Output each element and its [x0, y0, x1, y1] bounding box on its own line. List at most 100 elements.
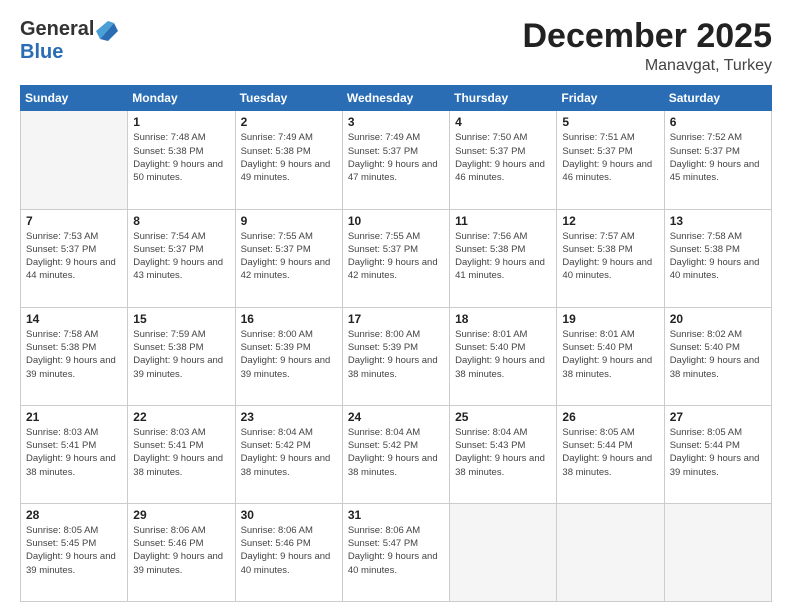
day-cell: 26Sunrise: 8:05 AMSunset: 5:44 PMDayligh…: [557, 405, 664, 503]
logo-line1: General: [20, 18, 118, 41]
day-number: 10: [348, 214, 444, 228]
day-cell: 9 Sunrise: 7:55 AMSunset: 5:37 PMDaylight…: [235, 209, 342, 307]
day-cell: 13 Sunrise: 7:58 AMSunset: 5:38 PMDayligh…: [664, 209, 771, 307]
day-info: Sunrise: 8:04 AMSunset: 5:43 PMDaylight:…: [455, 426, 551, 479]
day-cell: 12 Sunrise: 7:57 AMSunset: 5:38 PMDayligh…: [557, 209, 664, 307]
day-info: Sunrise: 8:01 AMSunset: 5:40 PMDaylight:…: [562, 328, 658, 381]
day-info: Sunrise: 8:01 AMSunset: 5:40 PMDaylight:…: [455, 328, 551, 381]
day-cell: 8Sunrise: 7:54 AMSunset: 5:37 PMDaylight…: [128, 209, 235, 307]
day-cell: [557, 503, 664, 601]
day-info: Sunrise: 8:04 AMSunset: 5:42 PMDaylight:…: [348, 426, 444, 479]
header: General Blue December 2025 Manavgat, Tur…: [20, 18, 772, 75]
day-cell: 16Sunrise: 8:00 AMSunset: 5:39 PMDayligh…: [235, 307, 342, 405]
main-title: December 2025: [522, 18, 772, 55]
day-number: 20: [670, 312, 766, 326]
day-info: Sunrise: 8:02 AMSunset: 5:40 PMDaylight:…: [670, 328, 766, 381]
day-cell: 23Sunrise: 8:04 AMSunset: 5:42 PMDayligh…: [235, 405, 342, 503]
day-cell: 15Sunrise: 7:59 AMSunset: 5:38 PMDayligh…: [128, 307, 235, 405]
day-cell: [21, 111, 128, 209]
day-cell: 10 Sunrise: 7:55 AMSunset: 5:37 PMDayligh…: [342, 209, 449, 307]
day-cell: [664, 503, 771, 601]
day-info: Sunrise: 7:57 AMSunset: 5:38 PMDaylight:…: [562, 230, 658, 283]
day-cell: 19Sunrise: 8:01 AMSunset: 5:40 PMDayligh…: [557, 307, 664, 405]
logo-icon: [96, 21, 118, 41]
day-info: Sunrise: 8:03 AMSunset: 5:41 PMDaylight:…: [133, 426, 229, 479]
col-header-wednesday: Wednesday: [342, 86, 449, 111]
day-number: 21: [26, 410, 122, 424]
day-info: Sunrise: 8:05 AMSunset: 5:44 PMDaylight:…: [670, 426, 766, 479]
day-number: 17: [348, 312, 444, 326]
col-header-monday: Monday: [128, 86, 235, 111]
day-cell: 2Sunrise: 7:49 AMSunset: 5:38 PMDaylight…: [235, 111, 342, 209]
week-row-5: 28 Sunrise: 8:05 AMSunset: 5:45 PMDayligh…: [21, 503, 772, 601]
day-cell: 24 Sunrise: 8:04 AMSunset: 5:42 PMDayligh…: [342, 405, 449, 503]
day-info: Sunrise: 7:52 AMSunset: 5:37 PMDaylight:…: [670, 131, 766, 184]
calendar-table: SundayMondayTuesdayWednesdayThursdayFrid…: [20, 85, 772, 602]
day-info: Sunrise: 7:56 AMSunset: 5:38 PMDaylight:…: [455, 230, 551, 283]
day-number: 28: [26, 508, 122, 522]
day-cell: 17 Sunrise: 8:00 AMSunset: 5:39 PMDayligh…: [342, 307, 449, 405]
day-cell: 4Sunrise: 7:50 AMSunset: 5:37 PMDaylight…: [450, 111, 557, 209]
week-row-4: 21 Sunrise: 8:03 AMSunset: 5:41 PMDayligh…: [21, 405, 772, 503]
day-number: 22: [133, 410, 229, 424]
day-info: Sunrise: 7:58 AMSunset: 5:38 PMDaylight:…: [670, 230, 766, 283]
day-number: 30: [241, 508, 337, 522]
day-info: Sunrise: 7:48 AMSunset: 5:38 PMDaylight:…: [133, 131, 229, 184]
day-info: Sunrise: 7:55 AMSunset: 5:37 PMDaylight:…: [348, 230, 444, 283]
day-info: Sunrise: 8:06 AMSunset: 5:46 PMDaylight:…: [133, 524, 229, 577]
day-cell: 6 Sunrise: 7:52 AMSunset: 5:37 PMDaylight…: [664, 111, 771, 209]
day-cell: 5 Sunrise: 7:51 AMSunset: 5:37 PMDaylight…: [557, 111, 664, 209]
day-number: 15: [133, 312, 229, 326]
day-cell: 3Sunrise: 7:49 AMSunset: 5:37 PMDaylight…: [342, 111, 449, 209]
day-info: Sunrise: 8:04 AMSunset: 5:42 PMDaylight:…: [241, 426, 337, 479]
day-cell: [450, 503, 557, 601]
day-cell: 7 Sunrise: 7:53 AMSunset: 5:37 PMDaylight…: [21, 209, 128, 307]
day-number: 6: [670, 115, 766, 129]
col-header-tuesday: Tuesday: [235, 86, 342, 111]
logo-general: General: [20, 18, 94, 41]
day-cell: 31 Sunrise: 8:06 AMSunset: 5:47 PMDayligh…: [342, 503, 449, 601]
day-info: Sunrise: 8:05 AMSunset: 5:45 PMDaylight:…: [26, 524, 122, 577]
day-number: 26: [562, 410, 658, 424]
day-number: 1: [133, 115, 229, 129]
day-number: 5: [562, 115, 658, 129]
day-number: 25: [455, 410, 551, 424]
day-cell: 25 Sunrise: 8:04 AMSunset: 5:43 PMDayligh…: [450, 405, 557, 503]
day-info: Sunrise: 8:06 AMSunset: 5:46 PMDaylight:…: [241, 524, 337, 577]
day-cell: 11 Sunrise: 7:56 AMSunset: 5:38 PMDayligh…: [450, 209, 557, 307]
day-info: Sunrise: 7:55 AMSunset: 5:37 PMDaylight:…: [241, 230, 337, 283]
subtitle: Manavgat, Turkey: [522, 57, 772, 75]
day-number: 7: [26, 214, 122, 228]
day-info: Sunrise: 7:58 AMSunset: 5:38 PMDaylight:…: [26, 328, 122, 381]
col-header-sunday: Sunday: [21, 86, 128, 111]
day-number: 14: [26, 312, 122, 326]
day-info: Sunrise: 8:00 AMSunset: 5:39 PMDaylight:…: [348, 328, 444, 381]
day-info: Sunrise: 7:51 AMSunset: 5:37 PMDaylight:…: [562, 131, 658, 184]
week-row-2: 7 Sunrise: 7:53 AMSunset: 5:37 PMDaylight…: [21, 209, 772, 307]
day-info: Sunrise: 7:49 AMSunset: 5:37 PMDaylight:…: [348, 131, 444, 184]
day-number: 29: [133, 508, 229, 522]
day-cell: 30 Sunrise: 8:06 AMSunset: 5:46 PMDayligh…: [235, 503, 342, 601]
week-row-1: 1 Sunrise: 7:48 AMSunset: 5:38 PMDaylight…: [21, 111, 772, 209]
day-number: 31: [348, 508, 444, 522]
col-header-friday: Friday: [557, 86, 664, 111]
day-info: Sunrise: 8:03 AMSunset: 5:41 PMDaylight:…: [26, 426, 122, 479]
day-number: 12: [562, 214, 658, 228]
day-cell: 14 Sunrise: 7:58 AMSunset: 5:38 PMDayligh…: [21, 307, 128, 405]
day-number: 11: [455, 214, 551, 228]
day-cell: 18Sunrise: 8:01 AMSunset: 5:40 PMDayligh…: [450, 307, 557, 405]
day-info: Sunrise: 8:06 AMSunset: 5:47 PMDaylight:…: [348, 524, 444, 577]
day-info: Sunrise: 7:50 AMSunset: 5:37 PMDaylight:…: [455, 131, 551, 184]
day-cell: 27Sunrise: 8:05 AMSunset: 5:44 PMDayligh…: [664, 405, 771, 503]
day-number: 9: [241, 214, 337, 228]
day-info: Sunrise: 7:53 AMSunset: 5:37 PMDaylight:…: [26, 230, 122, 283]
logo: General Blue: [20, 18, 118, 64]
day-number: 13: [670, 214, 766, 228]
day-number: 8: [133, 214, 229, 228]
day-number: 16: [241, 312, 337, 326]
col-header-saturday: Saturday: [664, 86, 771, 111]
day-number: 2: [241, 115, 337, 129]
day-number: 24: [348, 410, 444, 424]
week-row-3: 14 Sunrise: 7:58 AMSunset: 5:38 PMDayligh…: [21, 307, 772, 405]
day-cell: 20 Sunrise: 8:02 AMSunset: 5:40 PMDayligh…: [664, 307, 771, 405]
